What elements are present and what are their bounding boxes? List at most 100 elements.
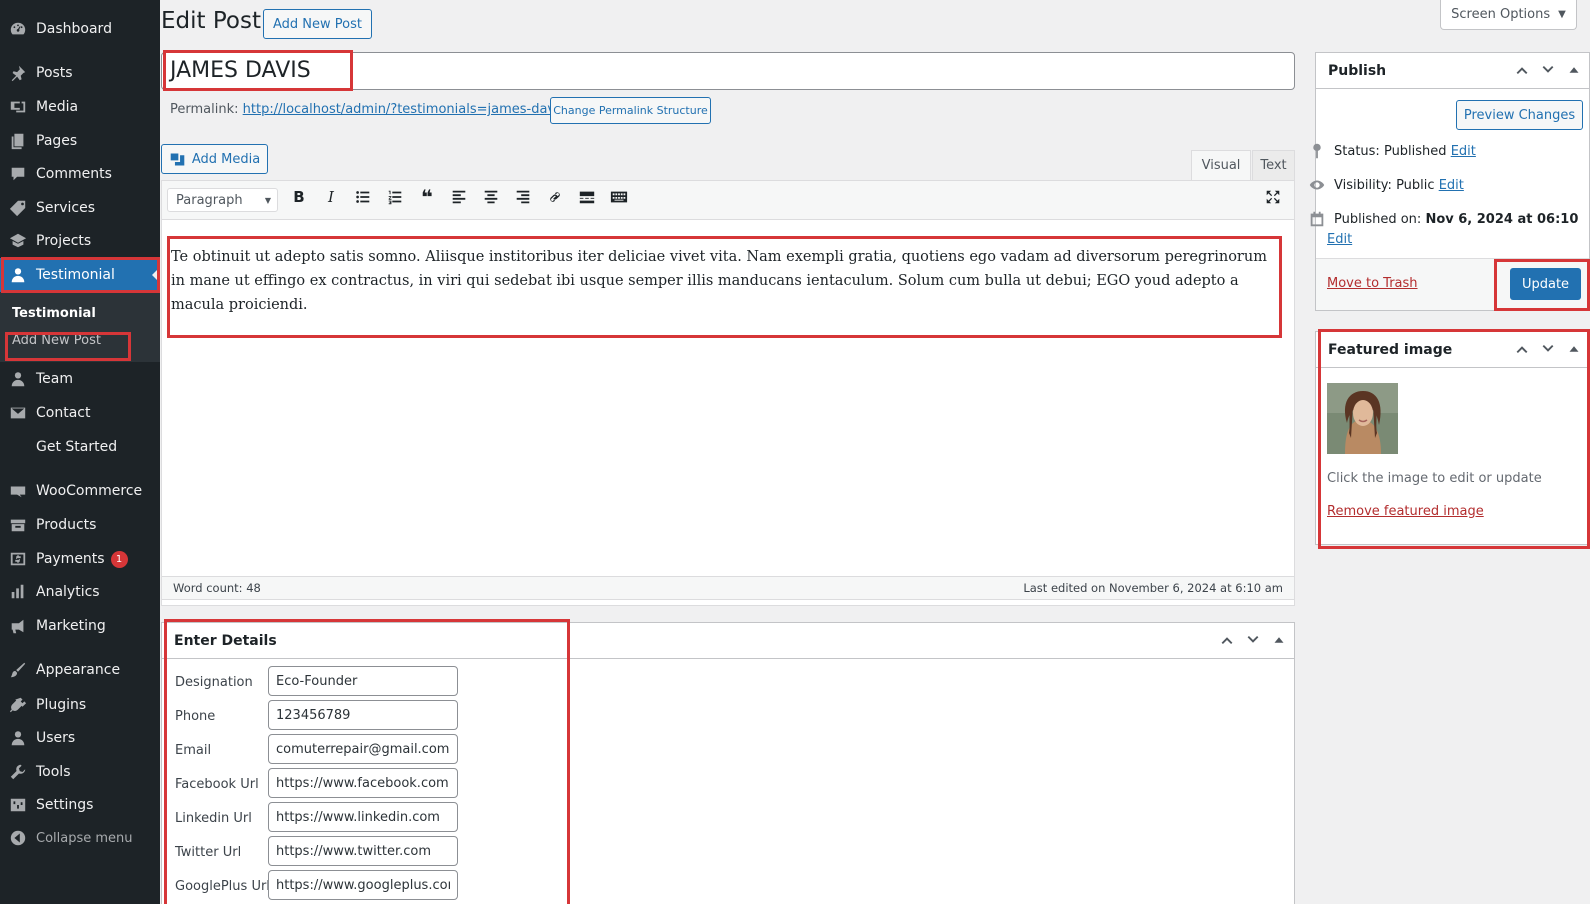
dollar-icon — [0, 550, 36, 568]
toolbar-toggle-icon[interactable] — [608, 186, 630, 208]
update-button[interactable]: Update — [1510, 268, 1581, 300]
read-more-icon[interactable] — [576, 186, 598, 208]
tab-visual[interactable]: Visual — [1191, 150, 1251, 180]
chevron-up-icon[interactable] — [1513, 61, 1531, 83]
sidebar-item-label: Products — [36, 517, 97, 533]
numbered-list-icon[interactable] — [384, 186, 406, 208]
sidebar-item-analytics[interactable]: Analytics — [0, 575, 160, 609]
status-row: Status: Published Edit — [1308, 142, 1476, 160]
align-right-icon[interactable] — [512, 186, 534, 208]
toggle-panel-icon[interactable] — [1565, 61, 1583, 83]
brush-icon — [0, 661, 36, 679]
post-title-input[interactable]: JAMES DAVIS — [161, 52, 1295, 90]
sidebar-item-tools[interactable]: Tools — [0, 755, 160, 789]
bold-icon[interactable]: B — [288, 186, 310, 208]
edit-published-date-link[interactable]: Edit — [1327, 232, 1352, 247]
add-new-post-button[interactable]: Add New Post — [263, 9, 372, 39]
googleplus-url-input[interactable] — [268, 870, 458, 900]
sidebar-item-projects[interactable]: Projects — [0, 224, 160, 258]
featured-image-thumbnail[interactable] — [1327, 383, 1398, 454]
sidebar-item-dashboard[interactable]: Dashboard — [0, 12, 160, 46]
sidebar-item-comments[interactable]: Comments — [0, 157, 160, 191]
linkedin-url-label: Linkedin Url — [175, 811, 252, 826]
envelope-icon — [0, 404, 36, 422]
align-left-icon[interactable] — [448, 186, 470, 208]
visibility-row: Visibility: Public Edit — [1308, 176, 1464, 194]
sidebar-item-marketing[interactable]: Marketing — [0, 609, 160, 643]
sidebar-item-pages[interactable]: Pages — [0, 124, 160, 158]
sidebar-item-label: Projects — [36, 233, 92, 249]
googleplus-url-label: GooglePlus Url — [175, 879, 270, 894]
sidebar-item-media[interactable]: Media — [0, 90, 160, 124]
move-to-trash-link[interactable]: Move to Trash — [1327, 276, 1418, 291]
metabox-handles — [1513, 340, 1583, 362]
toggle-panel-icon[interactable] — [1565, 340, 1583, 362]
submenu-item-add-new-post[interactable]: Add New Post — [12, 333, 101, 348]
sidebar-item-label: Get Started — [36, 439, 118, 455]
media-icon — [0, 98, 36, 116]
sidebar-item-services[interactable]: Services — [0, 191, 160, 225]
phone-input[interactable] — [268, 700, 458, 730]
edit-visibility-link[interactable]: Edit — [1439, 178, 1464, 193]
fullscreen-icon[interactable] — [1262, 186, 1284, 208]
metabox-handles — [1513, 61, 1583, 83]
facebook-url-input[interactable] — [268, 768, 458, 798]
blockquote-icon[interactable]: ❝ — [416, 185, 438, 209]
bar-chart-icon — [0, 583, 36, 601]
dashboard-icon — [0, 20, 36, 38]
sidebar-item-posts[interactable]: Posts — [0, 56, 160, 90]
tab-text[interactable]: Text — [1252, 150, 1295, 180]
last-edited: Last edited on November 6, 2024 at 6:10 … — [1023, 581, 1283, 595]
remove-featured-image-link[interactable]: Remove featured image — [1327, 504, 1484, 519]
post-title-text: JAMES DAVIS — [170, 58, 311, 83]
sidebar-item-label: WooCommerce — [36, 483, 143, 499]
twitter-url-input[interactable] — [268, 836, 458, 866]
change-permalink-button[interactable]: Change Permalink Structure — [550, 97, 711, 124]
italic-icon[interactable]: I — [320, 186, 342, 208]
editor-content[interactable]: Te obtinuit ut adepto satis somno. Aliis… — [171, 245, 1273, 317]
twitter-url-label: Twitter Url — [175, 845, 242, 860]
email-input[interactable] — [268, 734, 458, 764]
sidebar-item-settings[interactable]: Settings — [0, 788, 160, 822]
chevron-up-icon[interactable] — [1218, 631, 1236, 653]
submenu-item-testimonial[interactable]: Testimonial — [12, 306, 96, 321]
chevron-down-icon[interactable] — [1539, 61, 1557, 83]
metabox-handles — [1218, 631, 1288, 653]
add-media-label: Add Media — [191, 151, 261, 167]
chevron-up-icon[interactable] — [1513, 340, 1531, 362]
collapse-menu-button[interactable]: Collapse menu — [0, 821, 160, 855]
permalink-link[interactable]: http://localhost/admin/?testimonials=jam… — [243, 102, 579, 117]
sidebar-item-products[interactable]: Products — [0, 508, 160, 542]
add-media-button[interactable]: Add Media — [161, 144, 268, 174]
sidebar-item-plugins[interactable]: Plugins — [0, 688, 160, 722]
sidebar-item-users[interactable]: Users — [0, 721, 160, 755]
status-label: Status: — [1334, 143, 1380, 159]
sidebar-item-woocommerce[interactable]: WooCommerce — [0, 474, 160, 508]
sidebar-item-team[interactable]: Team — [0, 362, 160, 396]
megaphone-icon — [0, 617, 36, 635]
toggle-panel-icon[interactable] — [1270, 631, 1288, 653]
link-icon[interactable] — [544, 186, 566, 208]
edit-status-link[interactable]: Edit — [1451, 144, 1476, 159]
chevron-down-icon[interactable] — [1244, 631, 1262, 653]
caret-down-icon: ▼ — [1558, 9, 1566, 20]
designation-input[interactable] — [268, 666, 458, 696]
sidebar-item-label: Tools — [36, 764, 71, 780]
sidebar-item-contact[interactable]: Contact — [0, 396, 160, 430]
pin-icon — [1313, 143, 1321, 159]
align-center-icon[interactable] — [480, 186, 502, 208]
email-label: Email — [175, 743, 212, 758]
admin-sidebar: Dashboard Posts Media Pages Comments Ser… — [0, 0, 160, 904]
sidebar-item-payments[interactable]: Payments 1 — [0, 542, 160, 576]
screen-options-button[interactable]: Screen Options ▼ — [1440, 0, 1577, 30]
portfolio-icon — [0, 232, 36, 250]
sidebar-item-get-started[interactable]: Get Started — [0, 430, 160, 464]
status-value: Published — [1383, 143, 1447, 159]
preview-changes-button[interactable]: Preview Changes — [1456, 100, 1583, 130]
sidebar-item-appearance[interactable]: Appearance — [0, 653, 160, 687]
sidebar-item-testimonial[interactable]: Testimonial — [0, 258, 160, 292]
chevron-down-icon[interactable] — [1539, 340, 1557, 362]
linkedin-url-input[interactable] — [268, 802, 458, 832]
format-select[interactable]: Paragraph ▼ — [167, 188, 278, 212]
bulleted-list-icon[interactable] — [352, 186, 374, 208]
